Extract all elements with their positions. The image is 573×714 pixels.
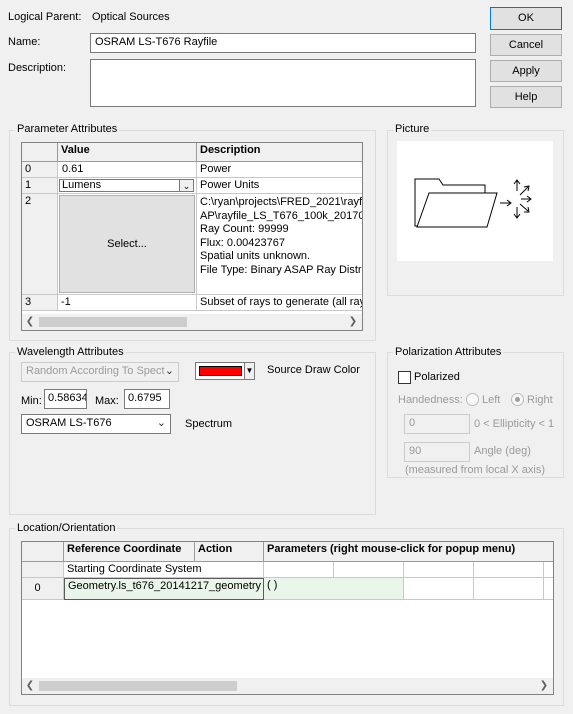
- row-index: [22, 562, 64, 578]
- subset-description: Subset of rays to generate (all ray: [197, 295, 362, 311]
- logical-parent-value: Optical Sources: [92, 11, 170, 23]
- file-type: File Type: Binary ASAP Ray Distrib: [200, 263, 363, 276]
- right-radio-label: Right: [527, 394, 553, 406]
- parameter-attributes-title: Parameter Attributes: [15, 123, 120, 135]
- spectrum-select[interactable]: OSRAM LS-T676 ⌄: [21, 414, 171, 434]
- rayfile-path-line1: C:\ryan\projects\FRED_2021\rayfile: [200, 196, 363, 208]
- name-label: Name:: [8, 36, 41, 48]
- right-radio: [511, 393, 524, 406]
- row-index: 2: [22, 194, 58, 295]
- name-field[interactable]: OSRAM LS-T676 Rayfile: [90, 33, 476, 53]
- polarization-attributes-title: Polarization Attributes: [393, 346, 504, 358]
- ellipticity-label: 0 < Ellipticity < 1: [474, 418, 555, 430]
- power-units-dropdown[interactable]: Lumens: [59, 179, 194, 192]
- scrollbar-thumb[interactable]: [39, 317, 187, 327]
- chevron-down-icon[interactable]: ▼: [244, 363, 254, 379]
- row-index: 0: [22, 578, 64, 600]
- scroll-right-icon[interactable]: ❯: [346, 315, 360, 329]
- parameter-cell[interactable]: [264, 562, 334, 578]
- draw-color-swatch: [199, 366, 242, 376]
- power-units-description: Power Units: [197, 178, 362, 194]
- right-radio-dot: [515, 397, 520, 402]
- location-orientation-title: Location/Orientation: [15, 522, 118, 534]
- picture-box: [397, 141, 553, 261]
- reference-cell[interactable]: Geometry.ls_t676_20141217_geometry: [64, 578, 264, 600]
- scroll-left-icon[interactable]: ❮: [23, 315, 37, 329]
- logical-parent-label: Logical Parent:: [8, 11, 82, 23]
- grid-corner: [22, 542, 64, 562]
- description-label: Description:: [8, 62, 67, 74]
- power-description: Power: [197, 162, 362, 178]
- parameter-cell[interactable]: [474, 578, 544, 600]
- max-wavelength-input[interactable]: 0.6795: [124, 389, 170, 409]
- chevron-down-icon[interactable]: ⌄: [179, 179, 194, 192]
- ok-button[interactable]: OK: [490, 7, 562, 30]
- scrollbar-thumb[interactable]: [39, 681, 237, 691]
- wavelength-mode-select: Random According To Spect ⌄: [21, 362, 179, 382]
- rayfile-description: C:\ryan\projects\FRED_2021\rayfile AP\ra…: [197, 194, 363, 295]
- parameter-cell[interactable]: [404, 578, 474, 600]
- scroll-left-icon[interactable]: ❮: [23, 679, 37, 693]
- cancel-button[interactable]: Cancel: [490, 34, 562, 56]
- column-header-reference[interactable]: Reference Coordinate: [64, 542, 195, 562]
- select-rayfile-button[interactable]: Select...: [59, 195, 195, 293]
- draw-color-label: Source Draw Color: [267, 364, 360, 376]
- grid-corner: [22, 143, 58, 162]
- max-label: Max:: [95, 395, 119, 407]
- apply-button[interactable]: Apply: [490, 60, 562, 82]
- handedness-label: Handedness:: [398, 394, 463, 406]
- spectrum-value: OSRAM LS-T676: [26, 417, 112, 429]
- horizontal-scrollbar[interactable]: ❮ ❯: [22, 314, 362, 330]
- folder-with-rays-icon: [414, 178, 532, 228]
- column-header-value[interactable]: Value: [58, 143, 197, 162]
- polarized-checkbox[interactable]: [398, 371, 411, 384]
- spectrum-label: Spectrum: [185, 418, 233, 430]
- parameter-cell[interactable]: [474, 562, 544, 578]
- power-value-cell[interactable]: 0.61: [58, 162, 197, 178]
- chevron-down-icon: ⌄: [164, 365, 174, 377]
- parameter-grid: Value Description 0 0.61 Power 1 Lumens …: [21, 142, 363, 331]
- ray-count: Ray Count: 99999: [200, 223, 289, 235]
- column-header-action[interactable]: Action: [195, 542, 264, 562]
- wavelength-attributes-title: Wavelength Attributes: [15, 346, 126, 358]
- angle-label: Angle (deg): [474, 445, 531, 457]
- reference-cell[interactable]: Starting Coordinate System: [64, 562, 264, 578]
- ellipticity-input: 0: [404, 414, 470, 434]
- subset-value-cell[interactable]: -1: [58, 295, 197, 311]
- angle-note: (measured from local X axis): [405, 464, 545, 476]
- parameter-cell[interactable]: [544, 562, 553, 578]
- parameter-cell[interactable]: ( ): [264, 578, 404, 600]
- location-grid: Reference Coordinate Action Parameters (…: [21, 541, 554, 695]
- row-index: 0: [22, 162, 58, 178]
- column-header-parameters[interactable]: Parameters (right mouse-click for popup …: [264, 542, 553, 562]
- rayfile-path-line2: AP\rayfile_LS_T676_100k_201701: [200, 209, 363, 222]
- polarized-label: Polarized: [414, 371, 460, 383]
- parameter-cell[interactable]: [544, 578, 553, 600]
- help-button[interactable]: Help: [490, 86, 562, 108]
- parameter-cell[interactable]: [404, 562, 474, 578]
- flux: Flux: 0.00423767: [200, 236, 286, 249]
- angle-input: 90: [404, 442, 470, 462]
- wavelength-mode-value: Random According To Spect: [26, 365, 165, 377]
- description-field[interactable]: [90, 59, 476, 107]
- chevron-down-icon: ⌄: [156, 417, 166, 429]
- horizontal-scrollbar[interactable]: ❮ ❯: [22, 678, 553, 694]
- spatial-units: Spatial units unknown.: [200, 250, 311, 262]
- rayfile-value-cell: Select...: [58, 194, 197, 295]
- row-index: 3: [22, 295, 58, 311]
- picture-title: Picture: [393, 123, 432, 135]
- row-index: 1: [22, 178, 58, 194]
- scroll-right-icon[interactable]: ❯: [537, 679, 551, 693]
- min-wavelength-input[interactable]: 0.58634: [44, 389, 87, 409]
- column-header-description[interactable]: Description: [197, 143, 362, 162]
- power-units-cell[interactable]: Lumens ⌄: [58, 178, 197, 194]
- parameter-cell[interactable]: [334, 562, 404, 578]
- left-radio: [466, 393, 479, 406]
- draw-color-picker[interactable]: ▼: [195, 362, 255, 380]
- left-radio-label: Left: [482, 394, 501, 406]
- min-label: Min:: [21, 395, 42, 407]
